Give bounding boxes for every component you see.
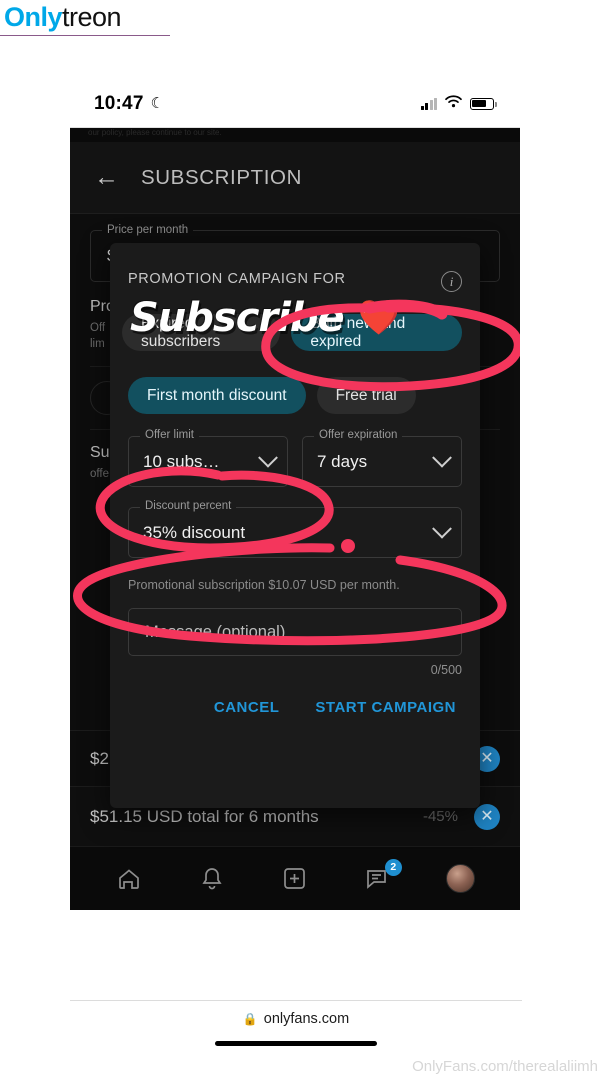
status-left-group: 10:47 ☾ xyxy=(94,93,164,115)
phone-screenshot: 10:47 ☾ our policy, please continue to o… xyxy=(70,80,520,1000)
offer-limit-value: 10 subs… xyxy=(143,451,220,471)
page-title: SUBSCRIPTION xyxy=(141,165,302,189)
message-placeholder: Message (optional) xyxy=(145,622,286,641)
modal-title: PROMOTION CAMPAIGN FOR xyxy=(128,271,346,287)
avatar-image xyxy=(446,864,476,893)
logo-treon: treon xyxy=(62,2,122,32)
offer-limit-legend: Offer limit xyxy=(140,429,199,441)
discount-percent-select[interactable]: Discount percent 35% discount xyxy=(128,500,462,558)
offer-type-tabs: First month discount Free trial xyxy=(128,377,462,414)
home-indicator xyxy=(215,1041,377,1046)
promotional-subscription-note: Promotional subscription $10.07 USD per … xyxy=(128,578,400,592)
bottom-navigation: 2 xyxy=(70,846,520,910)
messages-icon[interactable]: 2 xyxy=(361,858,402,896)
logo-text: Onlytreon xyxy=(4,2,122,33)
tab-expired-subscribers[interactable]: Expired subscribers xyxy=(122,314,281,351)
top-partial-banner: our policy, please continue to our site. xyxy=(70,128,520,142)
audience-tabs: Expired subscribers Both new and expired xyxy=(122,314,462,351)
close-circle-icon[interactable]: ✕ xyxy=(474,803,500,830)
offer-limit-select[interactable]: Offer limit 10 subs… xyxy=(128,429,288,487)
url-text: onlyfans.com xyxy=(263,1011,350,1027)
total-discount: -45% xyxy=(422,808,458,825)
cancel-button[interactable]: CANCEL xyxy=(214,699,280,716)
chevron-down-icon xyxy=(432,447,452,468)
wifi-icon xyxy=(445,94,462,113)
tab-both-new-and-expired-label: Both new and expired xyxy=(310,314,406,350)
discount-percent-value: 35% discount xyxy=(143,522,246,542)
watermark: OnlyFans.com/therealaliimh xyxy=(412,1058,598,1075)
tab-free-trial-label: Free trial xyxy=(335,386,397,404)
message-counter: 0/500 xyxy=(430,663,462,677)
price-per-month-legend: Price per month xyxy=(102,224,194,236)
messages-badge: 2 xyxy=(384,858,402,876)
bundle-price: $2 xyxy=(90,748,109,768)
home-icon[interactable] xyxy=(112,862,146,896)
tab-expired-subscribers-label: Expired subscribers xyxy=(141,314,221,350)
moon-icon: ☾ xyxy=(150,95,165,112)
promotion-campaign-modal: PROMOTION CAMPAIGN FOR i Expired subscri… xyxy=(110,243,480,808)
status-time: 10:47 xyxy=(94,92,144,114)
browser-footer: 🔒 onlyfans.com xyxy=(70,1000,522,1056)
status-bar: 10:47 ☾ xyxy=(70,80,520,128)
avatar[interactable] xyxy=(444,862,478,896)
discount-percent-legend: Discount percent xyxy=(140,500,237,512)
plus-box-icon[interactable] xyxy=(278,862,312,896)
total-text: $51.15 USD total for 6 months xyxy=(90,806,319,826)
lock-icon: 🔒 xyxy=(242,1012,258,1026)
battery-icon xyxy=(470,97,497,110)
back-arrow-icon[interactable]: ← xyxy=(94,165,119,190)
tab-both-new-and-expired[interactable]: Both new and expired xyxy=(291,314,462,351)
offer-config-row: Offer limit 10 subs… Offer expiration 7 … xyxy=(128,429,462,487)
bell-icon[interactable] xyxy=(195,862,229,896)
logo-only: Only xyxy=(4,2,63,32)
offer-expiration-value: 7 days xyxy=(317,451,368,471)
chevron-down-icon xyxy=(258,447,278,468)
url-bar[interactable]: 🔒 onlyfans.com xyxy=(243,1011,349,1027)
site-logo: Onlytreon xyxy=(0,0,170,36)
start-campaign-button[interactable]: START CAMPAIGN xyxy=(315,699,456,716)
modal-actions: CANCEL START CAMPAIGN xyxy=(128,699,462,716)
message-input[interactable]: Message (optional) xyxy=(128,608,462,656)
status-right-group xyxy=(420,94,497,113)
offer-expiration-select[interactable]: Offer expiration 7 days xyxy=(302,429,462,487)
signal-bars-icon xyxy=(420,97,437,110)
app-header: ← SUBSCRIPTION xyxy=(70,142,520,214)
chevron-down-icon xyxy=(432,518,452,539)
info-icon[interactable]: i xyxy=(441,271,462,292)
tab-first-month-discount[interactable]: First month discount xyxy=(128,377,306,414)
tab-first-month-discount-label: First month discount xyxy=(147,386,287,404)
offer-expiration-legend: Offer expiration xyxy=(314,429,403,441)
app-screen: our policy, please continue to our site.… xyxy=(70,128,520,910)
modal-header: PROMOTION CAMPAIGN FOR i xyxy=(128,261,462,292)
tab-free-trial[interactable]: Free trial xyxy=(316,377,416,414)
